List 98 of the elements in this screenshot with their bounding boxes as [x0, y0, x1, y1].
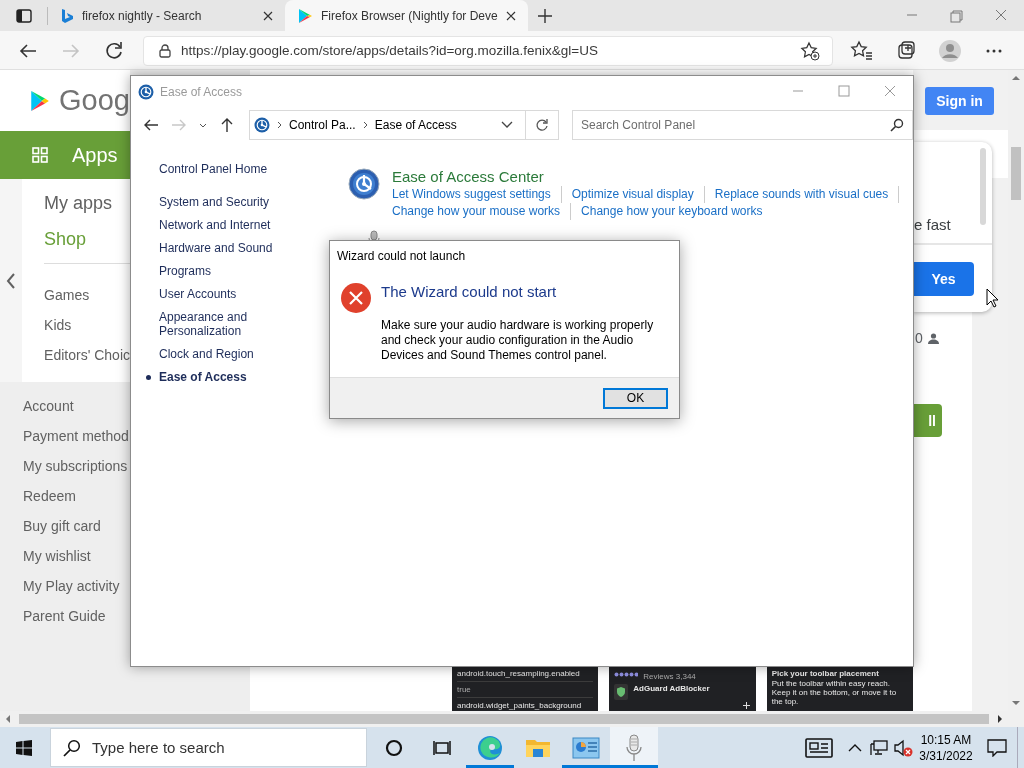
b-letter-icon	[60, 7, 74, 24]
scrollbar-thumb[interactable]	[980, 148, 986, 225]
error-icon	[340, 282, 372, 314]
link[interactable]: Change how your keyboard works	[571, 203, 773, 220]
nav-link[interactable]: Hardware and Sound	[146, 239, 289, 257]
account-link[interactable]: Buy gift card	[23, 511, 130, 541]
account-link[interactable]: Redeem	[23, 481, 130, 511]
popup-text: e fast	[914, 216, 951, 234]
category-link[interactable]: Games	[44, 280, 130, 310]
clock-date: 3/31/2022	[919, 747, 973, 764]
grid-icon	[32, 147, 48, 163]
search-field[interactable]: Search Control Panel	[572, 109, 913, 140]
link[interactable]: Change how your mouse works	[392, 203, 572, 220]
account-link[interactable]: My Play activity	[23, 571, 130, 601]
windows-logo-icon[interactable]	[16, 739, 32, 756]
microphone-icon	[626, 733, 642, 762]
account-link[interactable]: Parent Guide	[23, 601, 130, 631]
sign-in-button[interactable]: Sign in	[925, 87, 994, 115]
menu-link[interactable]: My apps	[44, 191, 130, 215]
close-icon[interactable]	[263, 10, 273, 21]
accessibility-icon	[348, 168, 380, 200]
browser-tab[interactable]: firefox nightly - Search	[48, 0, 285, 31]
address-field[interactable]: https://play.google.com/store/apps/details?id=org.mozilla.fenix&gl=US	[143, 35, 833, 66]
search-icon	[63, 738, 81, 757]
yes-button[interactable]: Yes	[913, 262, 974, 296]
shield-icon	[614, 684, 629, 700]
breadcrumb[interactable]: Control Pa...	[289, 117, 356, 132]
screenshot-text: Put the toolbar within easy reach. Keep it on the bottom, or move it to the top.	[771, 679, 898, 706]
screenshot-text: android.widget_paints_background	[457, 701, 583, 710]
news-icon[interactable]	[805, 737, 833, 758]
chevron-left-icon[interactable]	[6, 272, 17, 289]
nav-link[interactable]: Clock and Region	[146, 345, 289, 363]
lock-icon	[159, 43, 171, 58]
screenshot-text: android.touch_resampling.enabled	[457, 669, 581, 678]
scrollbar-thumb[interactable]	[19, 714, 989, 724]
refresh-icon[interactable]	[535, 117, 549, 132]
breadcrumb[interactable]: Ease of Access	[374, 117, 457, 132]
app-screenshot[interactable]: android.touch_resampling.enabled true android.widget_paints_background	[452, 667, 599, 711]
search-field[interactable]: Type here to search	[50, 728, 367, 767]
search-icon	[890, 117, 904, 132]
category-link[interactable]: Editors' Choic	[44, 340, 130, 370]
edge-icon	[477, 734, 503, 761]
error-message: Make sure your audio hardware is working properly and check your audio configuration in the Audio Devices and Sound Themes control panel.	[381, 318, 655, 363]
ok-button[interactable]: OK	[603, 387, 668, 409]
speaker-icon[interactable]	[893, 738, 913, 757]
section-title[interactable]: Ease of Access Center	[392, 168, 900, 186]
new-tab-icon[interactable]	[537, 8, 552, 23]
chevron-up-icon[interactable]	[848, 743, 862, 752]
screenshot-text: AdGuard AdBlocker	[633, 684, 710, 694]
screenshot-text: true	[457, 685, 472, 694]
scrollbar-thumb[interactable]	[1011, 147, 1021, 200]
account-link[interactable]: Account	[23, 391, 130, 421]
accessibility-icon	[138, 83, 154, 100]
screenshot-text: Reviews 3,344	[643, 672, 696, 681]
nav-link[interactable]: System and Security	[146, 193, 289, 211]
nav-link[interactable]: Network and Internet	[146, 216, 289, 234]
app-screenshot[interactable]: Pick your toolbar placement Put the toolbar within easy reach. Keep it on the bottom, or move it to the top.	[766, 667, 913, 711]
nav-link[interactable]: Ease of Access	[146, 368, 289, 386]
plus-icon[interactable]	[742, 702, 750, 709]
dialog-title: Wizard could not launch	[336, 248, 467, 264]
app-screenshot[interactable]: Reviews 3,344 AdGuard AdBlocker	[609, 667, 756, 711]
network-icon[interactable]	[870, 739, 888, 756]
account-link[interactable]: Payment method	[23, 421, 130, 451]
person-icon	[927, 332, 939, 344]
window-title: Ease of Access	[160, 84, 243, 99]
nav-link[interactable]: Programs	[146, 262, 289, 280]
link[interactable]: Replace sounds with visual cues	[704, 186, 900, 203]
nav-link[interactable]: Control Panel Home	[146, 160, 289, 178]
chevron-down-icon[interactable]	[501, 120, 513, 129]
account-link[interactable]: My wishlist	[23, 541, 130, 571]
logo-text: Goog	[59, 84, 130, 117]
triangle-logo-icon	[297, 7, 313, 24]
close-icon[interactable]	[505, 10, 516, 21]
account-link[interactable]: My subscriptions	[23, 451, 130, 481]
nav-link[interactable]: User Accounts	[146, 285, 289, 303]
circle-icon[interactable]	[385, 738, 403, 757]
chevron-right-icon	[362, 120, 368, 129]
browser-tab[interactable]: Firefox Browser (Nightly for Deve	[285, 0, 528, 31]
tab-actions-icon[interactable]	[16, 7, 32, 24]
notification-icon[interactable]	[987, 738, 1007, 757]
clock[interactable]: 10:15 AM 3/31/2022	[915, 727, 977, 768]
screenshot-text: Pick your toolbar placement	[771, 669, 880, 679]
task-view-icon[interactable]	[433, 739, 451, 756]
nav-link[interactable]: Appearance and Personalization	[146, 308, 289, 340]
add-favorite-icon[interactable]	[800, 40, 820, 61]
chevron-right-icon	[277, 120, 282, 129]
error-heading: The Wizard could not start	[381, 282, 558, 302]
category-link[interactable]: Kids	[44, 310, 130, 340]
taskbar-app-button[interactable]	[610, 727, 658, 768]
clock-time: 10:15 AM	[920, 731, 972, 748]
link[interactable]: Let Windows suggest settings	[392, 186, 562, 203]
menu-link[interactable]: Shop	[44, 227, 130, 251]
rating-count: 0	[915, 330, 923, 346]
stars-icon	[614, 672, 639, 677]
accessibility-icon	[254, 116, 270, 133]
address-field[interactable]: Control Pa... Ease of Access	[249, 109, 559, 140]
link[interactable]: Optimize visual display	[561, 186, 705, 203]
control-panel-icon	[572, 736, 600, 759]
